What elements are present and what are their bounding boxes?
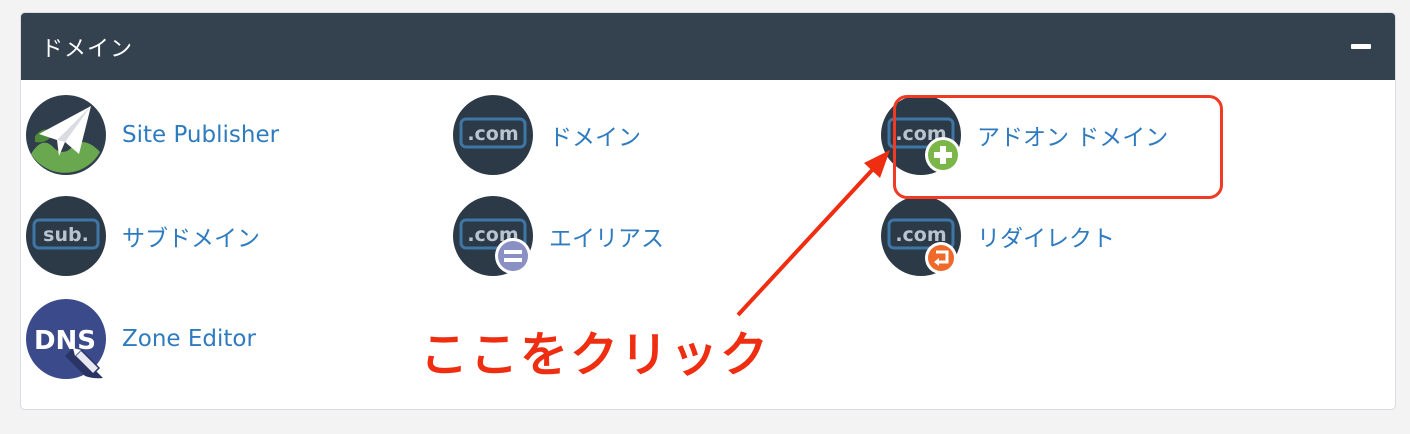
sub-text: sub. xyxy=(43,224,89,246)
dot-com-equals-icon: .com xyxy=(452,195,534,277)
subdomains-label: サブドメイン xyxy=(122,226,260,252)
paper-plane-globe-icon xyxy=(25,94,107,176)
panel-title: ドメイン xyxy=(41,36,134,62)
site-publisher-label: Site Publisher xyxy=(122,122,280,148)
aliases-label: エイリアス xyxy=(549,226,664,252)
zone-editor-link[interactable]: DNS Zone Editor xyxy=(25,297,256,381)
zone-editor-label: Zone Editor xyxy=(122,326,256,352)
site-publisher-link[interactable]: Site Publisher xyxy=(25,93,279,177)
aliases-link[interactable]: .com エイリアス xyxy=(452,194,664,278)
domains-link[interactable]: .com ドメイン xyxy=(452,93,641,177)
subdomains-link[interactable]: sub. サブドメイン xyxy=(25,194,260,278)
dot-com-text: .com xyxy=(467,123,518,145)
redirects-label: リダイレクト xyxy=(977,226,1115,252)
dot-com-icon: .com xyxy=(452,94,534,176)
highlight-box xyxy=(893,95,1223,199)
dns-pencil-icon: DNS xyxy=(25,298,107,380)
panel-header: ドメイン xyxy=(21,13,1395,80)
minus-icon[interactable] xyxy=(1349,35,1373,59)
annotation-text: ここをクリック xyxy=(420,327,771,383)
redirects-link[interactable]: .com リダイレクト xyxy=(880,194,1115,278)
domains-label: ドメイン xyxy=(549,125,641,151)
dns-text: DNS xyxy=(34,326,96,356)
sub-domain-icon: sub. xyxy=(25,195,107,277)
dot-com-redirect-icon: .com xyxy=(880,195,962,277)
